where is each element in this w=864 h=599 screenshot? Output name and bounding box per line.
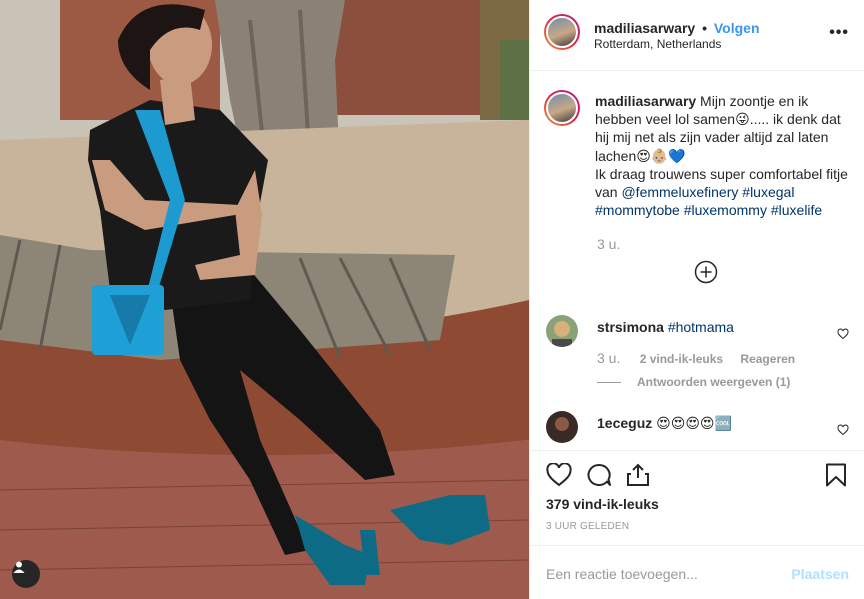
more-options-icon[interactable]: ••• [829,24,849,42]
comment-bubble-icon[interactable] [586,463,612,492]
hashtag-link[interactable]: #mommytobe [595,202,680,218]
share-icon[interactable] [626,463,650,492]
comment-meta: 3 u. 2 vind-ik-leuks Reageren [597,350,809,366]
save-bookmark-icon[interactable] [825,463,847,492]
commenter-username[interactable]: strsimona [597,319,664,335]
author-username[interactable]: madiliasarwary [594,20,695,36]
likes-count[interactable]: 379 vind-ik-leuks [546,496,659,512]
tagged-user-icon[interactable] [12,560,40,588]
actions-section: 379 vind-ik-leuks 3 UUR GELEDEN [530,450,864,545]
hashtag-link[interactable]: #luxelife [771,202,822,218]
load-more-comments-icon[interactable] [694,260,718,284]
post-side-panel: madiliasarwary • Volgen Rotterdam, Nethe… [529,0,864,599]
comment-likes[interactable]: 2 vind-ik-leuks [640,352,723,366]
comment-like-heart-icon[interactable] [837,327,849,345]
separator-dot: • [702,20,707,36]
add-comment-bar: Een reactie toevoegen... Plaatsen [530,545,864,599]
caption-avatar[interactable] [544,90,580,126]
caption-username[interactable]: madiliasarwary [595,93,696,109]
like-heart-icon[interactable] [546,462,572,492]
comment-input[interactable]: Een reactie toevoegen... [546,566,698,582]
hashtag-link[interactable]: #luxemommy [684,202,767,218]
view-replies-button[interactable]: Antwoorden weergeven (1) [597,375,790,389]
mention-link[interactable]: @femmeluxefinery [621,184,738,200]
post-comment-button[interactable]: Plaatsen [791,566,849,582]
comment-emoji-text: 😍😍😍😍🆒 [656,415,732,431]
caption-text: madiliasarwary Mijn zoontje en ik hebben… [595,92,850,219]
divider [597,381,621,383]
hashtag-link[interactable]: #hotmama [668,319,734,335]
photo-illustration [0,0,529,599]
reply-button[interactable]: Reageren [740,352,795,366]
author-avatar[interactable] [544,14,580,50]
comment-like-heart-icon[interactable] [837,423,849,441]
commenter-username[interactable]: 1eceguz [597,415,652,431]
hashtag-link[interactable]: #luxegal [742,184,794,200]
post-photo[interactable] [0,0,529,599]
post-header: madiliasarwary • Volgen Rotterdam, Nethe… [530,0,864,71]
post-date[interactable]: 3 UUR GELEDEN [546,521,629,532]
view-replies-label: Antwoorden weergeven (1) [637,375,791,389]
header-username-row: madiliasarwary • Volgen [594,20,760,36]
follow-button[interactable]: Volgen [714,20,760,36]
comment-text: strsimona #hotmama [597,319,734,335]
location-link[interactable]: Rotterdam, Netherlands [594,37,721,51]
post-window: madiliasarwary • Volgen Rotterdam, Nethe… [0,0,864,599]
caption-time[interactable]: 3 u. [597,236,620,252]
comment-text: 1eceguz 😍😍😍😍🆒 [597,415,732,432]
commenter-avatar[interactable] [546,315,578,347]
comment-time[interactable]: 3 u. [597,350,620,366]
commenter-avatar[interactable] [546,411,578,443]
